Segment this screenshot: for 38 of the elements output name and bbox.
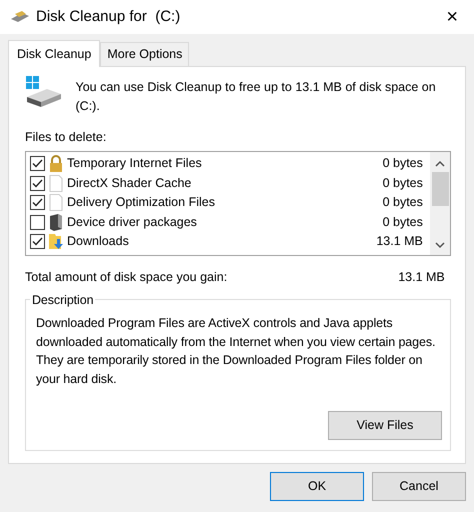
scroll-up-icon[interactable] bbox=[435, 160, 445, 168]
scrollbar[interactable] bbox=[430, 152, 450, 255]
file-name: Delivery Optimization Files bbox=[67, 194, 215, 212]
window-title: Disk Cleanup for (C:) bbox=[36, 6, 180, 27]
tab[interactable]: More Options bbox=[100, 42, 190, 66]
checkbox[interactable] bbox=[30, 234, 45, 250]
section-label: Files to delete: bbox=[25, 128, 108, 146]
driver-icon bbox=[48, 214, 64, 231]
file-size: 0 bytes bbox=[382, 194, 424, 212]
drive-icon bbox=[25, 74, 63, 109]
file-name: Device driver packages bbox=[67, 214, 197, 231]
close-button[interactable]: × bbox=[440, 7, 464, 27]
ok-button[interactable]: OK bbox=[270, 472, 364, 500]
checkbox[interactable] bbox=[30, 156, 45, 171]
intro-text: You can use Disk Cleanup to free up to 13.1 MB of disk space on (C:). bbox=[76, 78, 437, 115]
disk-cleanup-icon bbox=[10, 10, 30, 24]
checkbox[interactable] bbox=[30, 214, 45, 230]
file-icon bbox=[48, 174, 64, 192]
total-label: Total amount of disk space you gain: bbox=[25, 269, 228, 286]
file-name: Downloads bbox=[67, 233, 129, 250]
file-size: 0 bytes bbox=[382, 174, 424, 192]
description-text: Downloaded Program Files are ActiveX controls and Java applets downloaded automatically from the Internet when you view certain pages. They are temporarily stored in the Downloaded Program Files folder on your hard disk. bbox=[36, 314, 436, 388]
view-files-button[interactable]: View Files bbox=[328, 411, 442, 440]
tab[interactable]: Disk Cleanup bbox=[8, 40, 100, 67]
total-value: 13.1 MB bbox=[398, 269, 446, 286]
checkbox[interactable] bbox=[30, 176, 45, 191]
cancel-button[interactable]: Cancel bbox=[372, 472, 466, 500]
file-size: 0 bytes bbox=[382, 155, 424, 172]
file-size: 13.1 MB bbox=[376, 233, 424, 250]
checkbox[interactable] bbox=[30, 195, 45, 210]
file-size: 0 bytes bbox=[382, 214, 424, 231]
file-name: DirectX Shader Cache bbox=[67, 174, 192, 192]
lock-icon bbox=[48, 154, 64, 172]
scroll-thumb[interactable] bbox=[432, 172, 448, 206]
file-icon bbox=[48, 194, 64, 212]
scroll-down-icon[interactable] bbox=[435, 240, 445, 249]
file-name: Temporary Internet Files bbox=[67, 155, 202, 172]
download-folder-icon bbox=[48, 233, 64, 250]
